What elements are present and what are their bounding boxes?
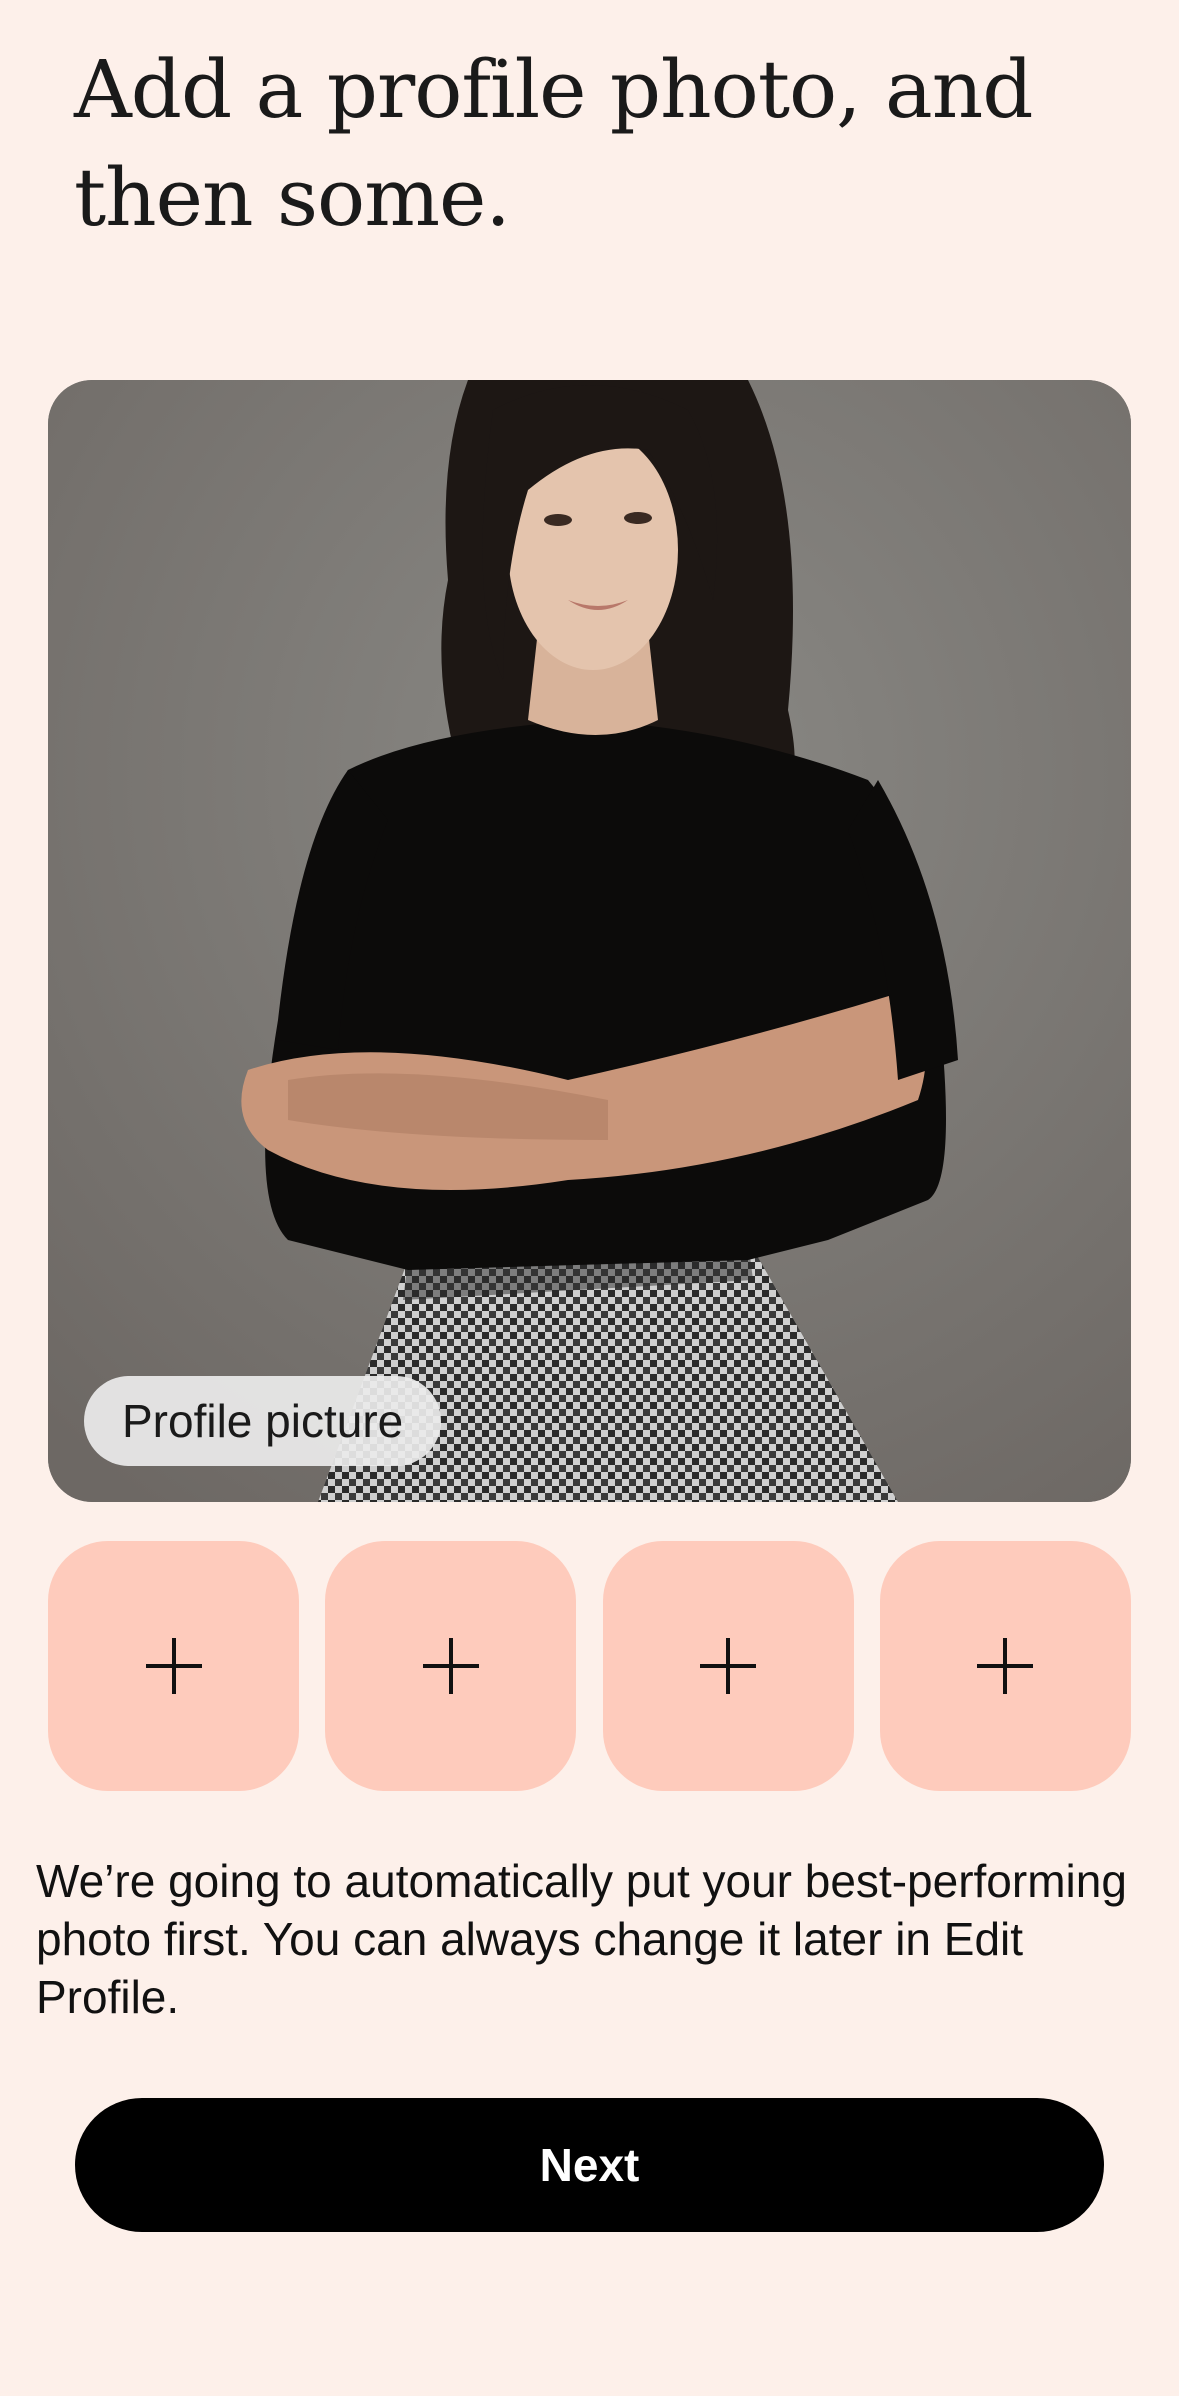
add-photo-slot-1[interactable] [48, 1541, 299, 1791]
plus-icon [700, 1638, 757, 1694]
plus-icon [977, 1638, 1034, 1694]
plus-icon [422, 1638, 479, 1694]
plus-icon [145, 1638, 202, 1694]
add-photo-slot-3[interactable] [602, 1541, 854, 1791]
profile-photo[interactable]: Profile picture [48, 380, 1131, 1502]
add-photo-slot-2[interactable] [325, 1541, 577, 1791]
profile-photo-image [48, 380, 1131, 1502]
page-title-line-1: Add a profile photo, and [74, 43, 1033, 136]
description-text: We’re going to automatically put your be… [36, 1855, 1127, 2023]
page-title-line-2: then some. [74, 151, 511, 244]
next-button[interactable]: Next [75, 2098, 1104, 2232]
photo-slots [48, 1541, 1131, 1791]
profile-picture-label: Profile picture [84, 1376, 442, 1466]
page-title: Add a profile photo, and then some. [74, 36, 1074, 252]
add-photo-slot-4[interactable] [879, 1541, 1131, 1791]
